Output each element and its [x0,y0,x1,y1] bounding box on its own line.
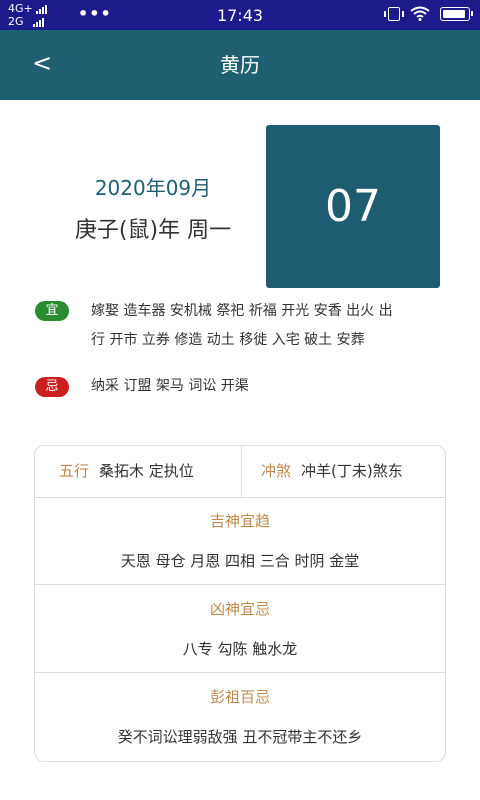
xiongshen-value: 八专 勾陈 触水龙 [182,640,298,658]
details-card: 五行 桑拓木 定执位 冲煞 冲羊(丁未)煞东 吉神宜趋 天恩 母仓 月恩 四相 三合… [34,445,446,762]
wuxing-value: 桑拓木 定执位 [99,462,194,480]
day-number: 07 [325,181,381,232]
ji-list: 纳采 订盟 架马 词讼 开渠 [91,372,441,401]
chongsha-cell: 冲煞 冲羊(丁未)煞东 [261,446,403,497]
jishen-value: 天恩 母仓 月恩 四相 三合 时阴 金堂 [120,552,360,570]
year-month: 2020年09月 [94,176,212,200]
ji-badge: 忌 [35,377,69,397]
app-bar: < 黄历 [0,30,480,100]
day-number-box: 07 [266,125,440,288]
jishen-label: 吉神宜趋 [209,512,270,530]
status-icons [384,6,473,21]
wuxing-chongsha-row: 五行 桑拓木 定执位 冲煞 冲羊(丁未)煞东 [35,446,445,498]
column-divider [241,446,242,497]
wuxing-cell: 五行 桑拓木 定执位 [59,446,194,497]
pengzu-value: 癸不词讼理弱敌强 丑不冠带主不还乡 [117,728,363,746]
xiongshen-section: 凶神宜忌 八专 勾陈 触水龙 [35,598,445,659]
vibrate-icon [384,6,404,21]
status-bar: 4G+ 2G ••• 17:43 [0,0,480,30]
xiongshen-label: 凶神宜忌 [209,600,270,618]
chongsha-value: 冲羊(丁未)煞东 [301,462,403,480]
battery-icon [440,6,473,21]
yi-list: 嫁娶 造车器 安机械 祭祀 祈福 开光 安香 出火 出 行 开市 立券 修造 动… [91,297,441,355]
wifi-icon [410,6,430,21]
yi-line-1: 嫁娶 造车器 安机械 祭祀 祈福 开光 安香 出火 出 [91,303,393,319]
page-title: 黄历 [220,53,260,77]
jishen-section: 吉神宜趋 天恩 母仓 月恩 四相 三合 时阴 金堂 [35,510,445,571]
divider [35,672,445,673]
pengzu-section: 彭祖百忌 癸不词讼理弱敌强 丑不冠带主不还乡 [35,686,445,747]
yi-line-2: 行 开市 立券 修造 动土 移徙 入宅 破土 安葬 [91,332,365,348]
chongsha-label: 冲煞 [261,462,292,480]
yi-badge: 宜 [35,301,69,321]
pengzu-label: 彭祖百忌 [209,688,270,706]
year-weekday: 庚子(鼠)年 周一 [74,218,232,243]
ji-line: 纳采 订盟 架马 词讼 开渠 [91,378,249,394]
divider [35,584,445,585]
wuxing-label: 五行 [59,462,90,480]
